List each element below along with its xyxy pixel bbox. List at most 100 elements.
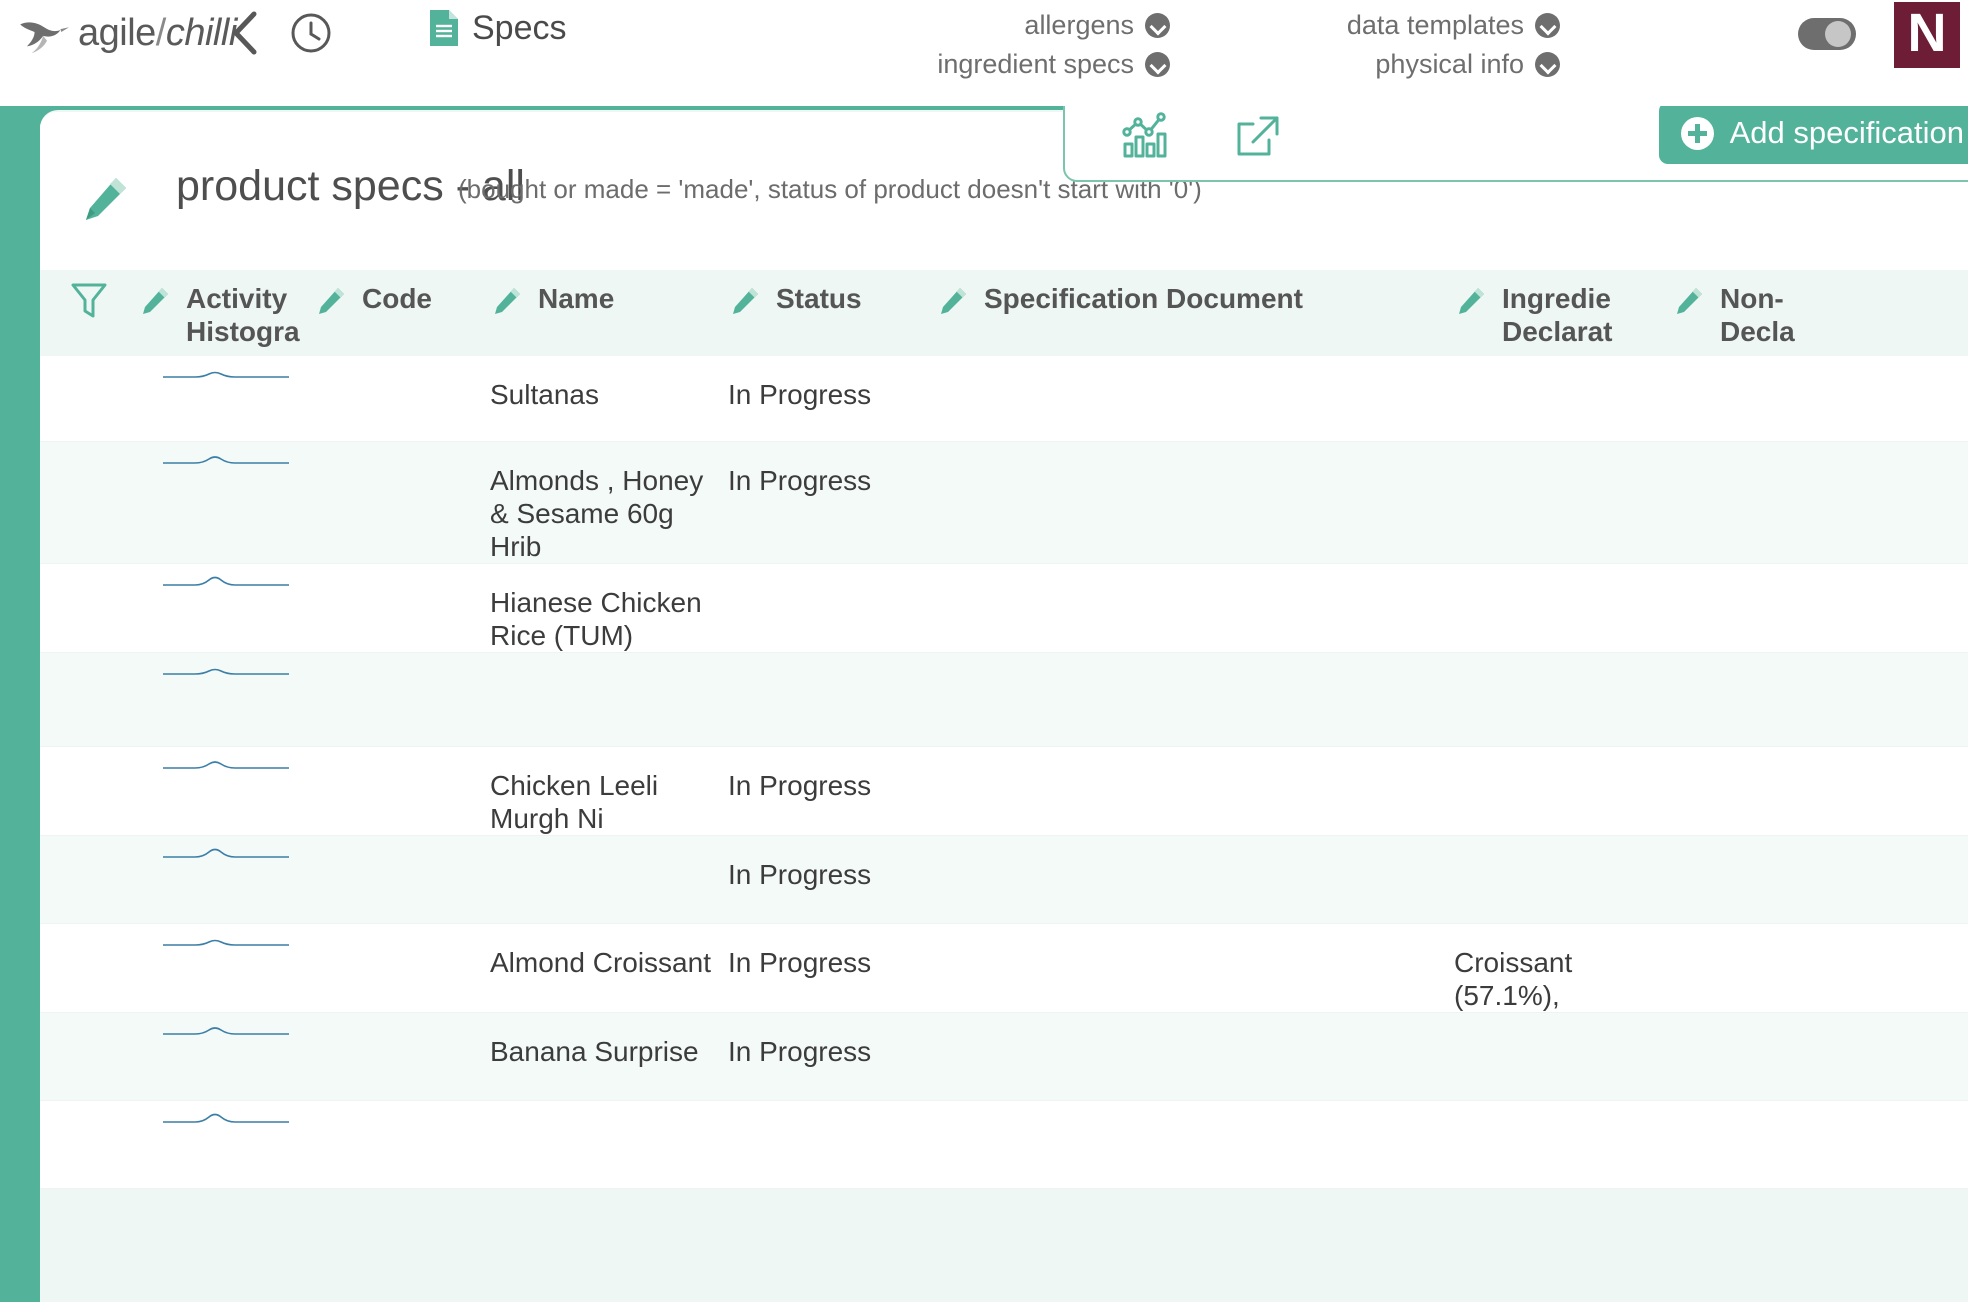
cell-code [314, 924, 490, 946]
cell-status [728, 564, 936, 586]
logo-text: agile/chilli [78, 11, 237, 54]
cell-name: Almonds , Honey & Sesame 60g Hrib [490, 465, 704, 562]
external-link-icon[interactable] [1217, 106, 1297, 166]
cell-non-declaration [1672, 747, 1852, 769]
cell-specification-document [936, 442, 1454, 464]
column-header-label: Activity Histogra [186, 283, 300, 347]
nav-item-ingredient-specs[interactable]: ingredient specs [937, 49, 1170, 80]
cell-ingredient-declaration [1454, 1101, 1672, 1123]
column-header-label: Non- Decla [1720, 283, 1795, 347]
activity-histogram-sparkline [138, 564, 314, 590]
cell-non-declaration [1672, 442, 1852, 464]
chevron-down-circle-icon [1535, 52, 1560, 77]
cell-non-declaration [1672, 356, 1852, 378]
cell-specification-document [936, 1101, 1454, 1123]
column-header-activity-histogram[interactable]: Activity Histogra [138, 270, 314, 356]
table-row[interactable]: Almonds , Honey & Sesame 60g Hrib In Prog… [40, 442, 1968, 564]
filter-icon[interactable] [40, 270, 138, 322]
column-header-name[interactable]: Name [490, 270, 728, 356]
table-header-row: Activity Histogra Code Name Status Speci… [40, 270, 1968, 356]
column-header-status[interactable]: Status [728, 270, 936, 356]
document-icon [430, 10, 458, 46]
pencil-icon [143, 288, 168, 314]
table-row[interactable]: Banana Surprise In Progress [40, 1013, 1968, 1101]
cell-ingredient-declaration [1454, 564, 1672, 586]
table-row[interactable]: Almond Croissant In Progress Croissant (57… [40, 924, 1968, 1013]
activity-histogram-sparkline [138, 1013, 314, 1039]
column-header-label: Name [538, 283, 615, 314]
row-gutter [40, 356, 138, 378]
theme-toggle[interactable] [1798, 18, 1856, 50]
cell-name: Sultanas [490, 379, 599, 410]
cell-code [314, 747, 490, 769]
cell-status: In Progress [728, 379, 872, 410]
cell-non-declaration [1672, 1013, 1852, 1035]
nav-item-label: allergens [1024, 10, 1134, 40]
column-header-specification-document[interactable]: Specification Document [936, 270, 1454, 356]
column-header-non-declaration[interactable]: Non- Decla [1672, 270, 1852, 356]
cell-ingredient-declaration: Croissant (57.1%), [1454, 947, 1573, 1011]
cell-name [490, 1101, 728, 1123]
nav-item-allergens[interactable]: allergens [1024, 10, 1170, 41]
cell-specification-document [936, 564, 1454, 586]
chevron-down-circle-icon [1145, 13, 1170, 38]
cell-status: In Progress [728, 1036, 872, 1067]
nav-item-label: ingredient specs [937, 49, 1134, 79]
row-gutter [40, 442, 138, 464]
activity-histogram-sparkline [138, 356, 314, 382]
cell-code [314, 564, 490, 586]
cell-code [314, 1101, 490, 1123]
chevron-left-icon[interactable] [228, 8, 262, 58]
pencil-icon [1677, 288, 1702, 314]
column-header-label: Code [362, 283, 432, 314]
pencil-icon [495, 288, 520, 314]
row-gutter [40, 924, 138, 946]
table-row[interactable] [40, 1101, 1968, 1189]
cell-ingredient-declaration [1454, 747, 1672, 769]
chevron-down-circle-icon [1535, 13, 1560, 38]
activity-histogram-sparkline [138, 653, 314, 679]
cell-name: Banana Surprise [490, 1036, 699, 1067]
cell-status: In Progress [728, 947, 872, 978]
row-gutter [40, 1101, 138, 1123]
clock-icon[interactable] [290, 12, 332, 54]
cell-specification-document [936, 653, 1454, 675]
cell-non-declaration [1672, 924, 1852, 946]
cell-status [728, 1101, 936, 1123]
row-gutter [40, 564, 138, 586]
row-gutter [40, 1013, 138, 1035]
top-navigation-bar: agile/chilli Specs allergens ingredient … [0, 0, 1968, 106]
cell-specification-document [936, 1013, 1454, 1035]
row-gutter [40, 747, 138, 769]
table-row[interactable]: Hianese Chicken Rice (TUM) [40, 564, 1968, 653]
activity-histogram-sparkline [138, 924, 314, 950]
cell-name: Almond Croissant [490, 947, 711, 978]
app-logo[interactable]: agile/chilli [18, 2, 237, 64]
cell-name [490, 836, 728, 858]
chevron-down-circle-icon [1145, 52, 1170, 77]
bar-chart-icon[interactable] [1107, 106, 1187, 166]
brand-badge[interactable]: N [1894, 2, 1960, 68]
tab-specs[interactable]: Specs [428, 8, 567, 48]
table-row[interactable]: In Progress [40, 836, 1968, 924]
cell-name: Chicken Leeli Murgh Ni [490, 770, 659, 834]
column-header-ingredient-declaration[interactable]: Ingredie Declarat [1454, 270, 1672, 356]
cell-status [728, 653, 936, 675]
row-gutter [40, 836, 138, 858]
nav-item-physical-info[interactable]: physical info [1375, 49, 1560, 80]
pencil-icon [733, 288, 758, 314]
pencil-icon [319, 288, 344, 314]
table-row[interactable] [40, 653, 1968, 747]
specs-table: Activity Histogra Code Name Status Speci… [40, 270, 1968, 1302]
column-header-code[interactable]: Code [314, 270, 490, 356]
table-row[interactable]: Chicken Leeli Murgh Ni In Progress [40, 747, 1968, 836]
nav-item-label: physical info [1375, 49, 1524, 79]
cell-name [490, 653, 728, 675]
plus-circle-icon [1680, 116, 1714, 150]
cell-status: In Progress [728, 859, 872, 890]
activity-histogram-sparkline [138, 747, 314, 773]
add-specification-button[interactable]: Add specification [1658, 102, 1968, 164]
table-row[interactable]: Sultanas In Progress [40, 356, 1968, 442]
nav-item-data-templates[interactable]: data templates [1347, 10, 1560, 41]
pencil-icon[interactable] [78, 172, 132, 226]
